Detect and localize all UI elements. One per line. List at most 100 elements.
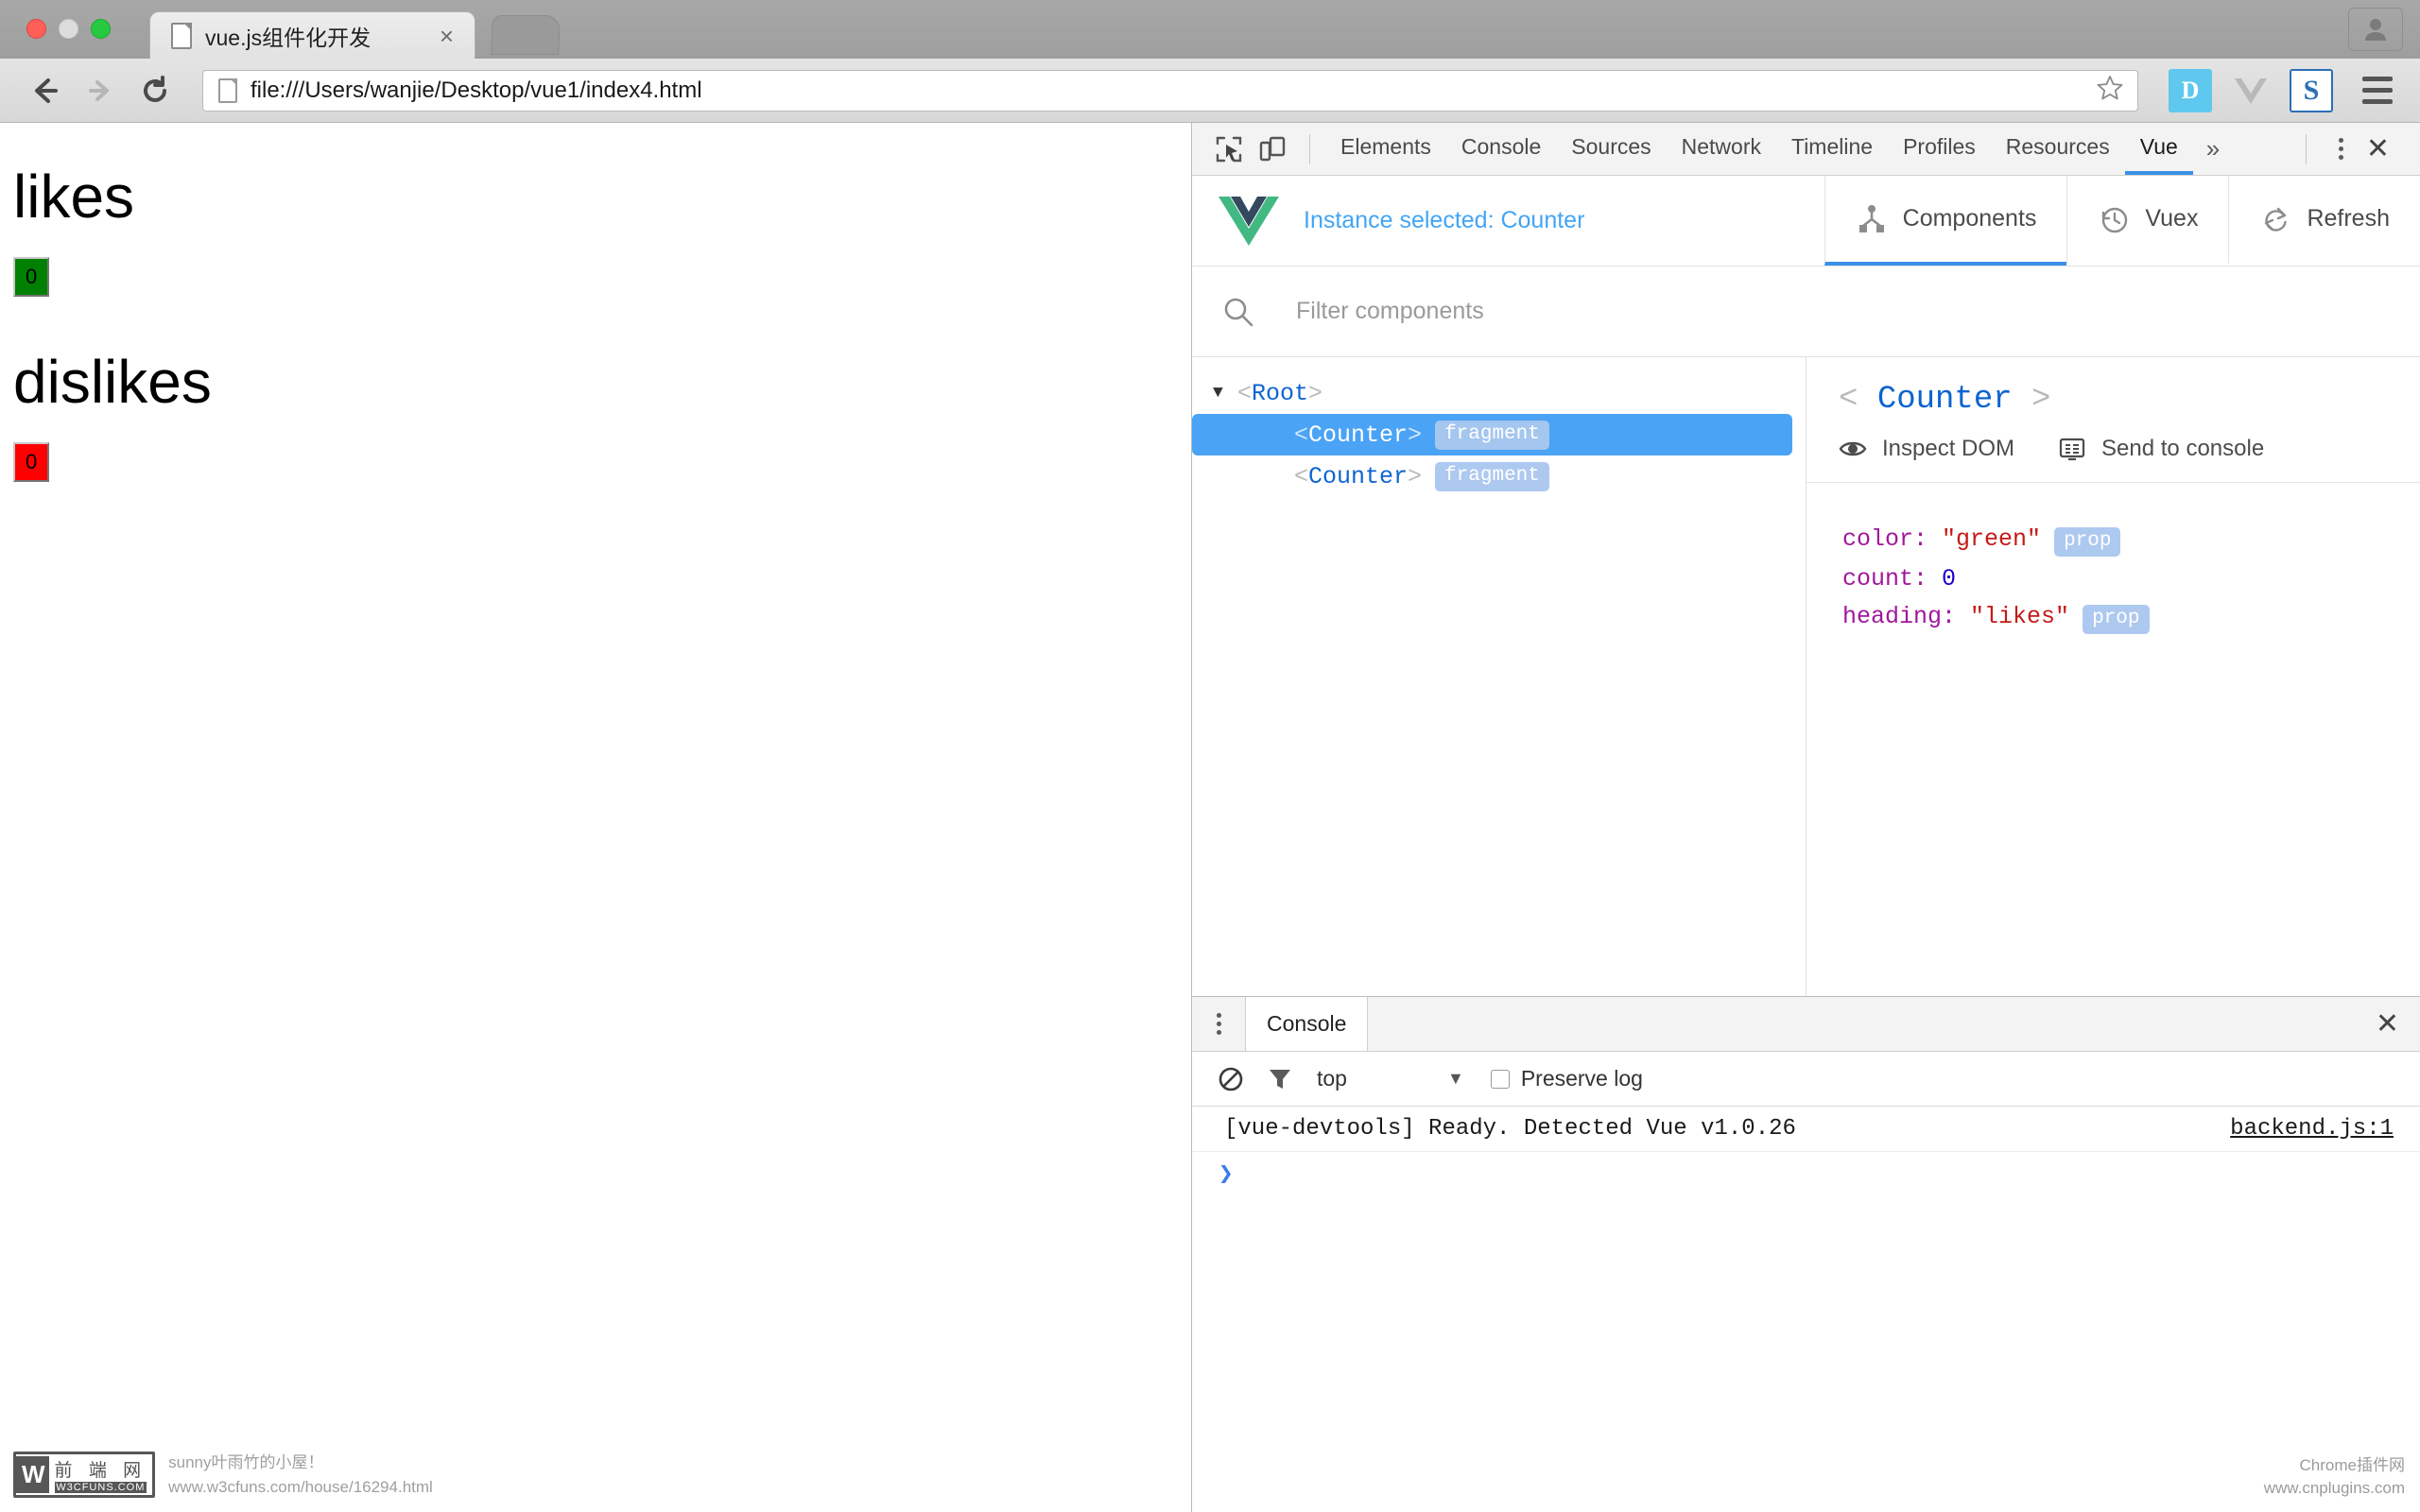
tab-network[interactable]: Network — [1667, 123, 1776, 175]
chevron-down-icon[interactable]: ▼ — [1447, 1069, 1464, 1089]
component-name: Root — [1252, 379, 1309, 407]
back-button[interactable] — [21, 66, 70, 115]
forward-icon — [89, 79, 109, 101]
prop-row: color: "green" prop — [1842, 521, 2420, 560]
inspect-element-button[interactable] — [1207, 130, 1251, 168]
component-detail-header: < Counter > Inspect DOM Send to console — [1806, 357, 2420, 483]
browser-toolbar: file:///Users/wanjie/Desktop/vue1/index4… — [0, 59, 2420, 123]
tab-console[interactable]: Console — [1446, 123, 1556, 175]
reload-icon — [144, 75, 166, 102]
component-detail-pane: < Counter > Inspect DOM Send to console … — [1806, 357, 2420, 996]
new-tab-button[interactable] — [491, 15, 561, 55]
filter-icon — [1270, 1069, 1290, 1089]
drawer-menu-button[interactable] — [1192, 997, 1245, 1051]
dash-extension-button[interactable]: D — [2169, 68, 2212, 112]
dash-extension-label: D — [2181, 76, 2200, 104]
more-tabs-chevron-icon[interactable]: » — [2193, 134, 2233, 163]
prop-value: 0 — [1942, 565, 1957, 593]
vue-tab-vuex[interactable]: Vuex — [2066, 176, 2228, 266]
console-drawer: Console ✕ top ▼ Preserve log [vue-devtoo… — [1192, 996, 2420, 1512]
prop-badge: prop — [2054, 527, 2121, 557]
chrome-menu-button[interactable] — [2356, 69, 2399, 112]
address-bar[interactable]: file:///Users/wanjie/Desktop/vue1/index4… — [202, 69, 2138, 112]
minimize-window-button[interactable] — [59, 19, 78, 39]
instance-selected-label: Instance selected: Counter — [1304, 207, 1585, 233]
drawer-tab-bar: Console ✕ — [1192, 997, 2420, 1052]
maximize-window-button[interactable] — [91, 19, 111, 39]
tag-close-angle: > — [1308, 379, 1323, 407]
vue-tab-refresh[interactable]: Refresh — [2228, 176, 2420, 266]
console-log-row: [vue-devtools] Ready. Detected Vue v1.0.… — [1192, 1107, 2420, 1152]
tree-row[interactable]: < Counter > fragment — [1192, 455, 1806, 497]
devtools-tab-list: Elements Console Sources Network Timelin… — [1325, 123, 2193, 175]
cnplugins-watermark-line-2: www.cnplugins.com — [2263, 1479, 2405, 1498]
send-to-console-button[interactable]: Send to console — [2058, 435, 2264, 463]
inspect-cursor-icon — [1216, 136, 1242, 162]
close-drawer-icon[interactable]: ✕ — [2355, 997, 2420, 1051]
vue-tab-refresh-label: Refresh — [2307, 205, 2390, 232]
window-controls — [26, 19, 111, 39]
console-context-label[interactable]: top — [1317, 1066, 1347, 1091]
tab-timeline[interactable]: Timeline — [1776, 123, 1888, 175]
page-watermark: W 前 端 网 W3CFUNS.COM sunny叶雨竹的小屋！ www.w3c… — [13, 1451, 433, 1499]
prop-badge: prop — [2083, 605, 2150, 634]
vue-tab-components[interactable]: Components — [1824, 176, 2067, 266]
prop-row: count: 0 — [1842, 560, 2420, 598]
tab-sources[interactable]: Sources — [1556, 123, 1666, 175]
reload-button[interactable] — [130, 66, 180, 115]
preserve-log-checkbox[interactable]: Preserve log — [1490, 1066, 1643, 1091]
drawer-tab-console[interactable]: Console — [1245, 997, 1369, 1051]
vue-panel-header: Instance selected: Counter Components Vu… — [1192, 176, 2420, 266]
person-icon — [2365, 19, 2386, 41]
clear-console-button[interactable] — [1209, 1065, 1253, 1093]
inspect-dom-button[interactable]: Inspect DOM — [1839, 435, 2014, 463]
component-tree: ▼ < Root > < Counter > fragment < Counter > fr… — [1192, 357, 1806, 996]
likes-counter-button[interactable]: 0 — [13, 257, 50, 297]
tag-open-angle: < — [1237, 379, 1253, 407]
kebab-dot — [1216, 1013, 1221, 1018]
kebab-dot — [2338, 155, 2343, 160]
detail-actions: Inspect DOM Send to console — [1839, 435, 2420, 463]
close-window-button[interactable] — [26, 19, 46, 39]
toggle-device-toolbar-button[interactable] — [1251, 130, 1294, 168]
dislikes-counter-button[interactable]: 0 — [13, 442, 50, 482]
tab-elements[interactable]: Elements — [1325, 123, 1446, 175]
menu-icon-line — [2362, 77, 2393, 81]
console-prompt[interactable]: ❯ — [1192, 1152, 2420, 1189]
tree-row[interactable]: ▼ < Root > — [1192, 372, 1806, 414]
tab-vue[interactable]: Vue — [2124, 123, 2193, 175]
expand-caret-icon[interactable]: ▼ — [1213, 384, 1237, 403]
tab-profiles[interactable]: Profiles — [1888, 123, 1991, 175]
profile-avatar-button[interactable] — [2348, 8, 2403, 51]
close-devtools-icon[interactable]: ✕ — [2360, 134, 2405, 163]
bookmark-star-icon[interactable] — [2096, 74, 2124, 107]
toolbar-divider — [1309, 133, 1310, 164]
menu-icon-line — [2362, 99, 2393, 104]
close-icon[interactable]: × — [430, 24, 463, 48]
filter-components-input[interactable] — [1270, 297, 2420, 326]
clock-icon — [2102, 207, 2128, 232]
prop-separator: : — [1913, 525, 1943, 553]
watermark-line-2: www.w3cfuns.com/house/16294.html — [168, 1477, 433, 1496]
prop-key: heading — [1842, 603, 1943, 630]
console-log-source-link[interactable]: backend.js:1 — [2230, 1116, 2394, 1142]
browser-tab[interactable]: vue.js组件化开发 × — [149, 11, 475, 59]
tab-resources[interactable]: Resources — [1991, 123, 2125, 175]
kebab-dot — [2338, 138, 2343, 143]
prop-row: heading: "likes" prop — [1842, 598, 2420, 638]
vue-tab-vuex-label: Vuex — [2145, 205, 2199, 232]
s-extension-button[interactable]: S — [2290, 68, 2333, 112]
devtools-toolbar-right: ✕ — [2290, 133, 2405, 164]
tree-row[interactable]: < Counter > fragment — [1192, 414, 1792, 455]
preserve-log-label: Preserve log — [1520, 1066, 1643, 1091]
devtools-settings-button[interactable] — [2322, 138, 2360, 160]
fragment-badge: fragment — [1435, 461, 1549, 491]
vue-extension-button[interactable] — [2229, 69, 2273, 112]
content-area: likes 0 dislikes 0 W 前 端 网 W3CFUNS.COM s… — [0, 123, 2420, 1512]
clear-icon — [1219, 1067, 1243, 1091]
forward-button[interactable] — [76, 66, 125, 115]
checkbox-box[interactable] — [1490, 1069, 1510, 1089]
vue-brand: Instance selected: Counter — [1192, 176, 1824, 266]
kebab-dot — [1216, 1030, 1221, 1035]
filter-console-button[interactable] — [1258, 1065, 1302, 1093]
